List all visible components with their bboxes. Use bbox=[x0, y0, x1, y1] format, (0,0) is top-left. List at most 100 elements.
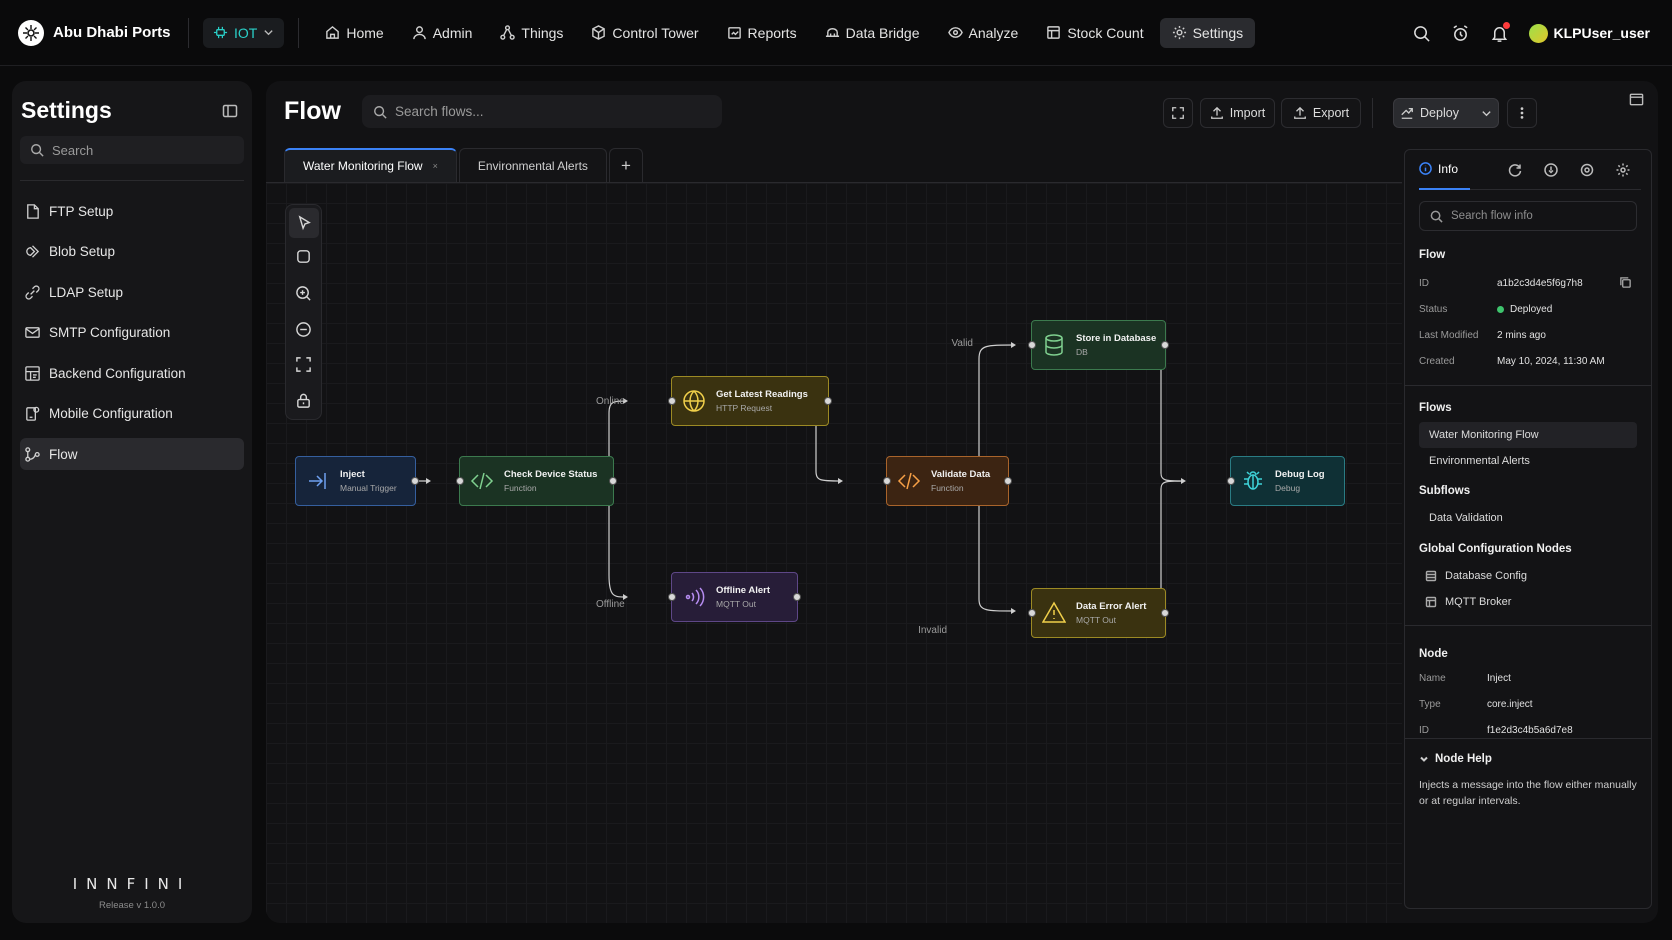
flow-info-search-input[interactable]: Search flow info bbox=[1419, 201, 1637, 231]
sidebar-search-input[interactable]: Search bbox=[20, 136, 244, 164]
flow-icon bbox=[25, 446, 40, 462]
sidebar-item-ftp-setup[interactable]: FTP Setup bbox=[20, 195, 244, 227]
nav-home[interactable]: Home bbox=[313, 18, 395, 48]
chevron-down-icon bbox=[1420, 756, 1428, 762]
config-icon[interactable] bbox=[1580, 163, 1594, 177]
tab-info[interactable]: Info bbox=[1419, 150, 1471, 190]
gear-icon bbox=[1172, 25, 1186, 40]
flow-modified-value: 2 mins ago bbox=[1497, 330, 1546, 341]
node-inject[interactable]: Inject Manual Trigger bbox=[295, 456, 419, 506]
global-config-item-database[interactable]: Database Config bbox=[1419, 563, 1637, 589]
flow-created-row: Created May 10, 2024, 11:30 AM bbox=[1419, 356, 1605, 367]
tab-water-monitoring-flow[interactable]: Water Monitoring Flow × bbox=[284, 148, 457, 182]
flow-canvas[interactable]: Online Offline Valid Invalid Inject Manua… bbox=[266, 182, 1402, 923]
global-config-item-mqtt[interactable]: MQTT Broker bbox=[1419, 589, 1637, 615]
nav-control-tower-label: Control Tower bbox=[612, 24, 699, 41]
flows-list-item[interactable]: Water Monitoring Flow bbox=[1419, 422, 1637, 448]
square-icon bbox=[297, 250, 310, 263]
tab-environmental-alerts[interactable]: Environmental Alerts bbox=[458, 148, 607, 182]
flows-list-item[interactable]: Environmental Alerts bbox=[1419, 448, 1637, 474]
panel-toggle-icon[interactable] bbox=[1629, 92, 1644, 107]
node-type: MQTT Out bbox=[716, 599, 756, 609]
input-port[interactable] bbox=[456, 477, 464, 485]
node-check-device-status[interactable]: Check Device Status Function bbox=[456, 456, 617, 506]
sidebar-item-mobile-configuration[interactable]: Mobile Configuration bbox=[20, 398, 244, 430]
node-offline-alert[interactable]: Offline Alert MQTT Out bbox=[668, 572, 801, 622]
nav-control-tower[interactable]: Control Tower bbox=[579, 18, 710, 48]
zoom-out-button[interactable] bbox=[295, 321, 313, 339]
stock-icon bbox=[1047, 26, 1061, 39]
nav-admin[interactable]: Admin bbox=[400, 18, 485, 48]
import-button[interactable]: Import bbox=[1200, 98, 1275, 128]
sidebar-item-blob-setup[interactable]: Blob Setup bbox=[20, 236, 244, 268]
node-debug-log[interactable]: Debug Log Debug bbox=[1227, 456, 1345, 506]
export-button[interactable]: Export bbox=[1281, 98, 1361, 128]
zoom-in-button[interactable] bbox=[295, 285, 313, 303]
node-store-in-database[interactable]: Store in Database DB bbox=[1028, 320, 1169, 370]
output-port[interactable] bbox=[411, 477, 419, 485]
pan-tool-button[interactable] bbox=[295, 248, 313, 266]
fullscreen-button[interactable] bbox=[1163, 98, 1193, 128]
nav-settings[interactable]: Settings bbox=[1159, 17, 1256, 48]
page-title: Flow bbox=[284, 97, 341, 125]
output-port[interactable] bbox=[824, 397, 832, 405]
input-port[interactable] bbox=[668, 593, 676, 601]
nav-stock-count[interactable]: Stock Count bbox=[1034, 18, 1155, 48]
nav-reports[interactable]: Reports bbox=[715, 18, 809, 48]
user-name: KLPUser_user bbox=[1553, 25, 1651, 41]
brand[interactable]: Abu Dhabi Ports bbox=[18, 19, 174, 46]
lock-button[interactable] bbox=[295, 392, 313, 410]
search-icon bbox=[374, 105, 387, 119]
nav-data-bridge[interactable]: Data Bridge bbox=[813, 18, 932, 48]
node-validate-data[interactable]: Validate Data Function bbox=[883, 456, 1012, 506]
output-port[interactable] bbox=[609, 477, 617, 485]
close-tab-icon[interactable]: × bbox=[433, 161, 438, 171]
alarm-clock-icon[interactable] bbox=[1451, 24, 1470, 43]
node-title: Data Error Alert bbox=[1076, 601, 1147, 612]
search-icon[interactable] bbox=[1412, 24, 1431, 43]
user-menu[interactable]: KLPUser_user bbox=[1528, 23, 1651, 43]
output-port[interactable] bbox=[1161, 609, 1169, 617]
pointer-icon bbox=[298, 214, 311, 230]
sidebar-item-backend-configuration[interactable]: Backend Configuration bbox=[20, 357, 244, 389]
copy-icon[interactable] bbox=[1619, 276, 1632, 289]
collapse-sidebar-icon[interactable] bbox=[222, 103, 238, 119]
node-name-row: Name Inject bbox=[1419, 673, 1511, 684]
info-panel: Info Search flow info Flow ID a1b2c3d4e5f… bbox=[1404, 149, 1652, 909]
gear-icon[interactable] bbox=[1616, 163, 1630, 177]
status-badge: Deployed bbox=[1510, 304, 1553, 315]
fit-view-button[interactable] bbox=[295, 356, 313, 374]
export-icon bbox=[1294, 106, 1306, 119]
deploy-button[interactable]: Deploy bbox=[1393, 98, 1499, 128]
flow-search-input[interactable]: Search flows... bbox=[362, 95, 722, 128]
sidebar-item-smtp-configuration[interactable]: SMTP Configuration bbox=[20, 317, 244, 349]
notification-bell-icon[interactable] bbox=[1490, 21, 1510, 43]
input-port[interactable] bbox=[1028, 341, 1036, 349]
node-help-toggle[interactable]: Node Help bbox=[1419, 753, 1492, 765]
nav-things[interactable]: Things bbox=[488, 18, 575, 48]
more-options-button[interactable] bbox=[1507, 98, 1537, 128]
output-port[interactable] bbox=[1004, 477, 1012, 485]
nav-analyze[interactable]: Analyze bbox=[936, 18, 1031, 48]
history-icon[interactable] bbox=[1544, 162, 1558, 177]
database-icon bbox=[1042, 333, 1066, 357]
input-port[interactable] bbox=[668, 397, 676, 405]
sidebar-item-flow[interactable]: Flow bbox=[20, 438, 244, 470]
input-port[interactable] bbox=[883, 477, 891, 485]
input-port[interactable] bbox=[1028, 609, 1036, 617]
environment-select[interactable]: IOT bbox=[203, 17, 285, 48]
add-tab-button[interactable]: + bbox=[608, 148, 643, 182]
node-data-error-alert[interactable]: Data Error Alert MQTT Out bbox=[1028, 588, 1169, 638]
node-help-text: Injects a message into the flow either m… bbox=[1419, 779, 1637, 807]
output-port[interactable] bbox=[793, 593, 801, 601]
settings-sidebar: Settings Search FTP Setup Blob Setup LDA… bbox=[12, 81, 252, 923]
backend-icon bbox=[25, 365, 40, 381]
output-port[interactable] bbox=[1161, 341, 1169, 349]
divider bbox=[1405, 738, 1651, 739]
subflows-list-item[interactable]: Data Validation bbox=[1419, 505, 1637, 531]
node-get-latest-readings[interactable]: Get Latest Readings HTTP Request bbox=[668, 376, 832, 426]
refresh-icon[interactable] bbox=[1508, 163, 1522, 177]
sidebar-item-ldap-setup[interactable]: LDAP Setup bbox=[20, 276, 244, 308]
input-port[interactable] bbox=[1227, 477, 1235, 485]
select-tool-button[interactable] bbox=[289, 208, 319, 238]
